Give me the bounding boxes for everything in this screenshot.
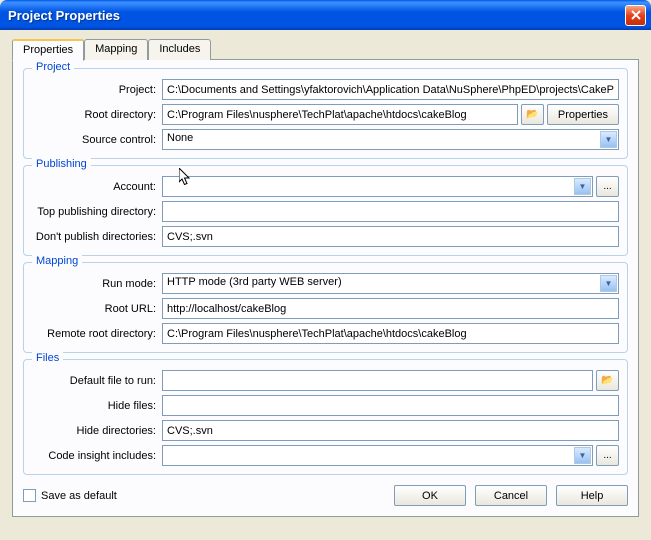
topdir-input[interactable] <box>162 201 619 222</box>
tab-strip: Properties Mapping Includes <box>12 39 639 60</box>
chevron-down-icon: ▼ <box>574 178 591 195</box>
ok-button[interactable]: OK <box>394 485 466 506</box>
account-select[interactable]: ▼ <box>162 176 593 197</box>
legend-mapping: Mapping <box>32 255 82 267</box>
runmode-value: HTTP mode (3rd party WEB server) <box>167 276 342 288</box>
remotedir-input[interactable] <box>162 323 619 344</box>
rootdir-label: Root directory: <box>32 109 162 121</box>
chevron-down-icon: ▼ <box>600 131 617 148</box>
legend-publishing: Publishing <box>32 158 91 170</box>
default-browse-button[interactable]: 📂 <box>596 370 619 391</box>
rootdir-browse-button[interactable]: 📂 <box>521 104 544 125</box>
srcctrl-label: Source control: <box>32 134 162 146</box>
srcctrl-select[interactable]: None ▼ <box>162 129 619 150</box>
legend-files: Files <box>32 352 63 364</box>
rootdir-properties-button[interactable]: Properties <box>547 104 619 125</box>
tab-includes[interactable]: Includes <box>148 39 211 60</box>
folder-icon: 📂 <box>601 375 613 386</box>
runmode-select[interactable]: HTTP mode (3rd party WEB server) ▼ <box>162 273 619 294</box>
dontpub-input[interactable] <box>162 226 619 247</box>
rooturl-label: Root URL: <box>32 303 162 315</box>
rooturl-input[interactable] <box>162 298 619 319</box>
group-files: Files Default file to run: 📂 Hide files:… <box>23 359 628 475</box>
account-more-button[interactable]: ... <box>596 176 619 197</box>
chevron-down-icon: ▼ <box>574 447 591 464</box>
footer: Save as default OK Cancel Help <box>23 485 628 506</box>
close-button[interactable] <box>625 5 646 26</box>
codeins-more-button[interactable]: ... <box>596 445 619 466</box>
project-input[interactable] <box>162 79 619 100</box>
folder-icon: 📂 <box>526 109 538 120</box>
help-button[interactable]: Help <box>556 485 628 506</box>
tab-content: Project Project: Root directory: 📂 Prope… <box>12 59 639 517</box>
hided-input[interactable] <box>162 420 619 441</box>
save-default-label: Save as default <box>41 490 117 502</box>
srcctrl-value: None <box>167 132 193 144</box>
remotedir-label: Remote root directory: <box>32 328 162 340</box>
codeins-select[interactable]: ▼ <box>162 445 593 466</box>
project-label: Project: <box>32 84 162 96</box>
dontpub-label: Don't publish directories: <box>32 231 162 243</box>
tab-mapping[interactable]: Mapping <box>84 39 148 60</box>
rootdir-input[interactable] <box>162 104 518 125</box>
client-area: Properties Mapping Includes Project Proj… <box>0 30 651 527</box>
runmode-label: Run mode: <box>32 278 162 290</box>
group-publishing: Publishing Account: ▼ ... Top publishing… <box>23 165 628 256</box>
account-label: Account: <box>32 181 162 193</box>
group-mapping: Mapping Run mode: HTTP mode (3rd party W… <box>23 262 628 353</box>
default-label: Default file to run: <box>32 375 162 387</box>
default-input[interactable] <box>162 370 593 391</box>
tab-properties[interactable]: Properties <box>12 39 84 61</box>
cancel-button[interactable]: Cancel <box>475 485 547 506</box>
topdir-label: Top publishing directory: <box>32 206 162 218</box>
window-title: Project Properties <box>8 8 625 23</box>
codeins-label: Code insight includes: <box>32 450 162 462</box>
hidef-label: Hide files: <box>32 400 162 412</box>
group-project: Project Project: Root directory: 📂 Prope… <box>23 68 628 159</box>
chevron-down-icon: ▼ <box>600 275 617 292</box>
legend-project: Project <box>32 61 74 73</box>
hidef-input[interactable] <box>162 395 619 416</box>
close-icon <box>631 10 641 20</box>
titlebar: Project Properties <box>0 0 651 30</box>
hided-label: Hide directories: <box>32 425 162 437</box>
save-default-checkbox[interactable] <box>23 489 36 502</box>
